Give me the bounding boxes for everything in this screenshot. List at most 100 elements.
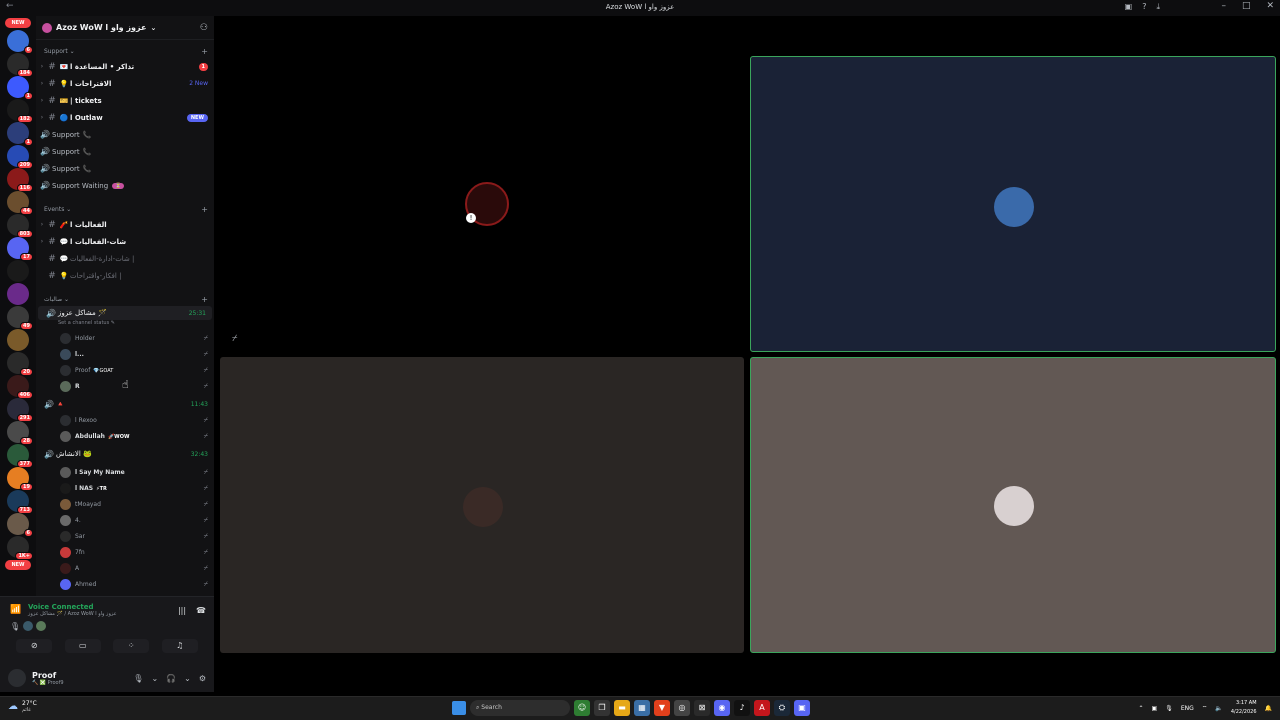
invite-icon[interactable]: ⚇ xyxy=(200,23,208,33)
screen-share-button[interactable]: ▭ xyxy=(64,639,101,653)
camera-off-button[interactable]: ⊘ xyxy=(16,639,53,653)
voice-member[interactable]: 4. ⌿ xyxy=(36,512,214,528)
widgets-icon[interactable]: ☺ xyxy=(574,700,590,716)
weather-widget[interactable]: ☁ 27°C غائم xyxy=(8,700,37,713)
server-icon[interactable]: 713 xyxy=(7,490,33,514)
new-pill[interactable]: NEW xyxy=(5,18,31,28)
activities-button[interactable]: ⁘ xyxy=(113,639,150,653)
steam-icon[interactable]: ⛭ xyxy=(774,700,790,716)
server-icon[interactable]: 803 xyxy=(7,214,33,238)
notifications-icon[interactable]: 🔔 xyxy=(1265,705,1272,712)
server-icon[interactable]: 1K+ xyxy=(7,536,33,560)
voice-member[interactable]: tMoayad ⌿ xyxy=(36,496,214,512)
text-channel[interactable]: # 💡 افكار-واقتراحات | xyxy=(36,267,214,284)
avatar[interactable] xyxy=(23,621,34,631)
soundboard-button[interactable]: ♫ xyxy=(161,639,198,653)
discord-icon[interactable]: ◉ xyxy=(714,700,730,716)
channel-status[interactable]: Set a channel status ✎ xyxy=(36,320,214,330)
server-icon[interactable]: 116 xyxy=(7,168,33,192)
voice-channel-3[interactable]: 🔊 الانشاش 🐸 32:43 xyxy=(36,444,214,464)
file-explorer-icon[interactable]: ▬ xyxy=(614,700,630,716)
noise-suppression-icon[interactable]: ||| xyxy=(178,606,186,615)
maximize-button[interactable]: □ xyxy=(1242,1,1251,11)
help-icon[interactable]: ? xyxy=(1142,2,1146,12)
disconnect-icon[interactable]: ☎ xyxy=(196,606,206,615)
chrome-icon[interactable]: ◎ xyxy=(674,700,690,716)
store-icon[interactable]: ▦ xyxy=(634,700,650,716)
voice-channel[interactable]: 🔊 Support 📞 xyxy=(36,126,214,143)
add-channel-icon[interactable]: + xyxy=(201,205,208,214)
add-channel-icon[interactable]: + xyxy=(201,47,208,56)
participant-tile-3[interactable] xyxy=(220,357,744,653)
server-icon[interactable]: 1 xyxy=(7,76,33,100)
server-icon[interactable] xyxy=(7,329,29,351)
voice-member[interactable]: Ahmed ⌿ xyxy=(36,576,214,592)
chevron-up-icon[interactable]: ⌃ xyxy=(1138,705,1143,712)
acrobat-icon[interactable]: A xyxy=(754,700,770,716)
participant-tile-1[interactable]: ! ⌿ xyxy=(220,56,744,352)
voice-member[interactable]: A ⌿ xyxy=(36,560,214,576)
user-name[interactable]: Proof xyxy=(32,671,64,680)
voice-member[interactable]: Abdullah 🚀WOW ⌿ xyxy=(36,428,214,444)
server-icon[interactable]: 17 xyxy=(7,237,33,261)
voice-channel[interactable]: 🔊 Support 📞 xyxy=(36,143,214,160)
server-icon[interactable]: 19 xyxy=(7,467,33,491)
new-pill-bottom[interactable]: NEW xyxy=(5,560,31,570)
text-channel[interactable]: › # 💌 تذاكر • المساعدة ا 1 xyxy=(36,58,214,75)
headphones-icon[interactable]: 🎧 xyxy=(166,674,176,683)
voice-member[interactable]: l NAS ⚡TR ⌿ xyxy=(36,480,214,496)
voice-member[interactable]: Holder ⌿ xyxy=(36,330,214,346)
download-icon[interactable]: ⤓ xyxy=(1156,2,1160,12)
close-button[interactable]: ✕ xyxy=(1266,1,1274,11)
server-icon[interactable]: 377 xyxy=(7,444,33,468)
server-icon[interactable]: 291 xyxy=(7,398,33,422)
text-channel[interactable]: # 💬 شات-ادارة-الفعاليات | xyxy=(36,250,214,267)
server-icon[interactable]: 184 xyxy=(7,53,33,77)
server-icon[interactable]: 406 xyxy=(7,375,33,399)
microphone-tray-icon[interactable]: 🎙 xyxy=(1165,705,1173,712)
category-events[interactable]: Events ⌄ + xyxy=(36,202,214,216)
voice-member[interactable]: l Say My Name ⌿ xyxy=(36,464,214,480)
server-icon[interactable]: 20 xyxy=(7,352,33,376)
voice-member[interactable]: Sar ⌿ xyxy=(36,528,214,544)
volume-icon[interactable]: 🔈 xyxy=(1215,705,1222,712)
start-button[interactable] xyxy=(452,701,466,715)
voice-channel-2[interactable]: 🔊 🔺 11:43 xyxy=(36,396,214,412)
tiktok-icon[interactable]: ♪ xyxy=(734,700,750,716)
server-icon[interactable]: 6 xyxy=(7,30,33,54)
category-voice[interactable]: صالبات ⌄ + xyxy=(36,292,214,306)
search-box[interactable]: ⌕ Search xyxy=(470,700,570,716)
language-indicator[interactable]: ENG xyxy=(1181,705,1194,712)
wifi-icon[interactable]: ⌔ xyxy=(1202,704,1208,712)
server-icon[interactable]: 44 xyxy=(7,191,33,215)
participant-tile-4[interactable] xyxy=(750,357,1276,653)
add-channel-icon[interactable]: + xyxy=(201,295,208,304)
server-icon[interactable]: 1 xyxy=(7,122,33,146)
server-icon[interactable] xyxy=(7,260,29,282)
task-view-icon[interactable]: ❐ xyxy=(594,700,610,716)
voice-connected-label[interactable]: Voice Connected xyxy=(28,603,168,611)
avatar[interactable] xyxy=(8,669,26,687)
text-channel[interactable]: › # 💬 شات-الفعاليات ا xyxy=(36,233,214,250)
voice-channel-1[interactable]: 🔊 مشاكل عزوز 🪄 25:31 xyxy=(38,306,212,320)
minimize-button[interactable]: – xyxy=(1221,1,1226,11)
server-icon[interactable] xyxy=(7,283,29,305)
voice-connected-sub[interactable]: مشاكل عزوز 🪄 / Azoz WoW l عزوز واو xyxy=(28,611,168,617)
guild-header[interactable]: Azoz WoW l عزوز واو ⌄ ⚇ xyxy=(36,16,214,40)
text-channel[interactable]: › # 💡 الاقتراحات ا 2 New xyxy=(36,75,214,92)
voice-member[interactable]: l... ⌿ xyxy=(36,346,214,362)
text-channel[interactable]: › # 🧨 الفعاليات ا xyxy=(36,216,214,233)
brave-icon[interactable]: ▼ xyxy=(654,700,670,716)
text-channel[interactable]: › # 🎫 | tickets xyxy=(36,92,214,109)
voice-channel[interactable]: 🔊 Support Waiting ⏳ xyxy=(36,177,214,194)
voice-channel[interactable]: 🔊 Support 📞 xyxy=(36,160,214,177)
server-icon[interactable]: 49 xyxy=(7,306,33,330)
clock[interactable]: 3:17 AM 4/22/2026 xyxy=(1231,699,1257,717)
chevron-down-icon[interactable]: ⌄ xyxy=(184,674,191,683)
voice-member[interactable]: Proof 💎GOAT ⌿ xyxy=(36,362,214,378)
server-icon[interactable]: 182 xyxy=(7,99,33,123)
text-channel[interactable]: › # 🔵 l Outlaw NEW xyxy=(36,109,214,126)
microphone-icon[interactable]: 🎙 xyxy=(133,674,143,683)
server-icon[interactable]: 28 xyxy=(7,421,33,445)
voice-member[interactable]: l Rexoo ⌿ xyxy=(36,412,214,428)
